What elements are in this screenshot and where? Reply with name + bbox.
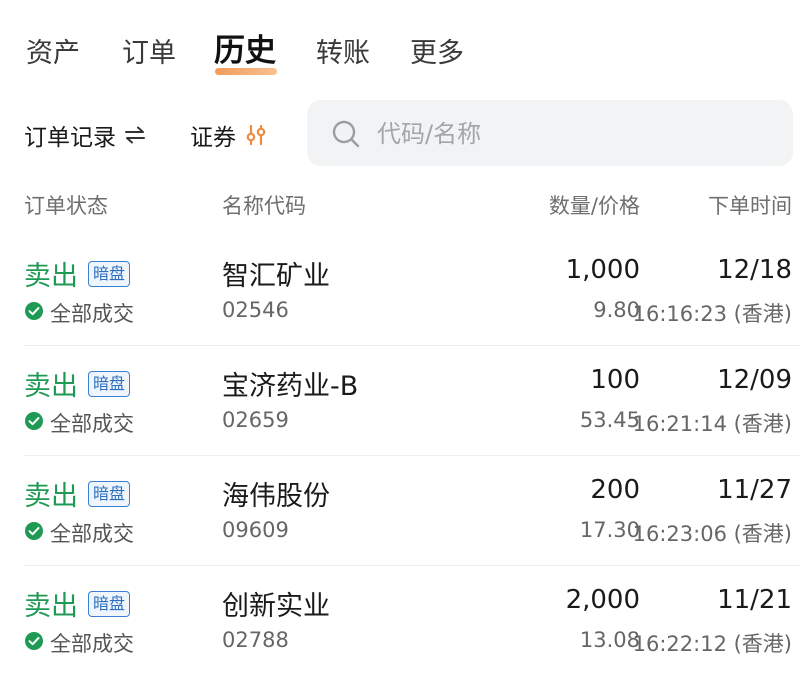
order-date: 11/27: [717, 475, 792, 505]
status-text: 全部成交: [50, 412, 134, 436]
side-label: 卖出: [24, 591, 78, 622]
status-text: 全部成交: [50, 302, 134, 326]
header-order-status: 订单状态: [24, 194, 108, 218]
dark-pool-tag: 暗盘: [88, 261, 131, 287]
order-records-filter[interactable]: 订单记录: [24, 118, 146, 152]
dark-pool-tag: 暗盘: [88, 371, 131, 397]
filter-sliders-icon: [244, 123, 268, 147]
side-label: 卖出: [24, 261, 78, 292]
order-quantity: 2,000: [565, 585, 640, 615]
securities-label: 证券: [190, 125, 236, 151]
order-row[interactable]: 卖出 暗盘 全部成交 创新实业 02788 2,000 13.08 11/21 …: [0, 566, 800, 676]
order-row[interactable]: 卖出 暗盘 全部成交 智汇矿业 02546 1,000 9.80 12/18 1…: [0, 236, 800, 346]
stock-name: 智汇矿业: [222, 261, 330, 292]
order-date: 11/21: [717, 585, 792, 615]
top-tab-bar: 资产 订单 历史 转账 更多: [0, 0, 800, 100]
order-status: 全部成交: [24, 298, 134, 328]
order-price: 13.08: [579, 628, 640, 652]
order-history-list: 卖出 暗盘 全部成交 智汇矿业 02546 1,000 9.80 12/18 1…: [0, 236, 800, 676]
header-order-time: 下单时间: [708, 194, 792, 218]
search-input[interactable]: [375, 112, 779, 156]
check-circle-icon: [24, 301, 44, 325]
securities-filter[interactable]: 证券: [190, 118, 268, 152]
order-quantity: 100: [590, 365, 640, 395]
order-row[interactable]: 卖出 暗盘 全部成交 宝济药业-B 02659 100 53.45 12/09 …: [0, 346, 800, 456]
search-box[interactable]: [307, 100, 793, 166]
order-status: 全部成交: [24, 628, 134, 658]
dark-pool-tag: 暗盘: [88, 591, 131, 617]
status-text: 全部成交: [50, 632, 134, 656]
order-time: 16:23:06 (香港): [632, 522, 792, 546]
order-price: 53.45: [579, 408, 640, 432]
order-date: 12/09: [717, 365, 792, 395]
check-circle-icon: [24, 521, 44, 545]
order-quantity: 1,000: [565, 255, 640, 285]
filter-toolbar: 订单记录 证券: [0, 100, 800, 166]
side-label: 卖出: [24, 371, 78, 402]
stock-name: 宝济药业-B: [222, 371, 359, 402]
tab-transfer[interactable]: 转账: [316, 36, 370, 72]
stock-code: 02788: [222, 628, 289, 652]
order-status: 全部成交: [24, 408, 134, 438]
tab-more[interactable]: 更多: [410, 36, 464, 72]
stock-code: 02659: [222, 408, 289, 432]
stock-code: 09609: [222, 518, 289, 542]
check-circle-icon: [24, 631, 44, 655]
order-date: 12/18: [717, 255, 792, 285]
switch-arrows-icon: [124, 125, 146, 145]
order-time: 16:22:12 (香港): [632, 632, 792, 656]
order-records-label: 订单记录: [24, 125, 116, 151]
active-tab-indicator: [215, 68, 277, 75]
table-header: 订单状态 名称代码 数量/价格 下单时间: [0, 186, 800, 222]
tab-assets[interactable]: 资产: [26, 36, 80, 72]
search-icon: [331, 119, 361, 153]
order-time: 16:16:23 (香港): [632, 302, 792, 326]
tab-orders[interactable]: 订单: [122, 36, 176, 72]
stock-name: 创新实业: [222, 591, 330, 622]
tab-history[interactable]: 历史: [214, 33, 276, 69]
dark-pool-tag: 暗盘: [88, 481, 131, 507]
order-status: 全部成交: [24, 518, 134, 548]
check-circle-icon: [24, 411, 44, 435]
order-time: 16:21:14 (香港): [632, 412, 792, 436]
stock-name: 海伟股份: [222, 481, 330, 512]
header-name-code: 名称代码: [222, 194, 306, 218]
order-quantity: 200: [590, 475, 640, 505]
side-label: 卖出: [24, 481, 78, 512]
header-qty-price: 数量/价格: [548, 194, 640, 218]
order-row[interactable]: 卖出 暗盘 全部成交 海伟股份 09609 200 17.30 11/27 16…: [0, 456, 800, 566]
stock-code: 02546: [222, 298, 289, 322]
status-text: 全部成交: [50, 522, 134, 546]
order-price: 17.30: [579, 518, 640, 542]
